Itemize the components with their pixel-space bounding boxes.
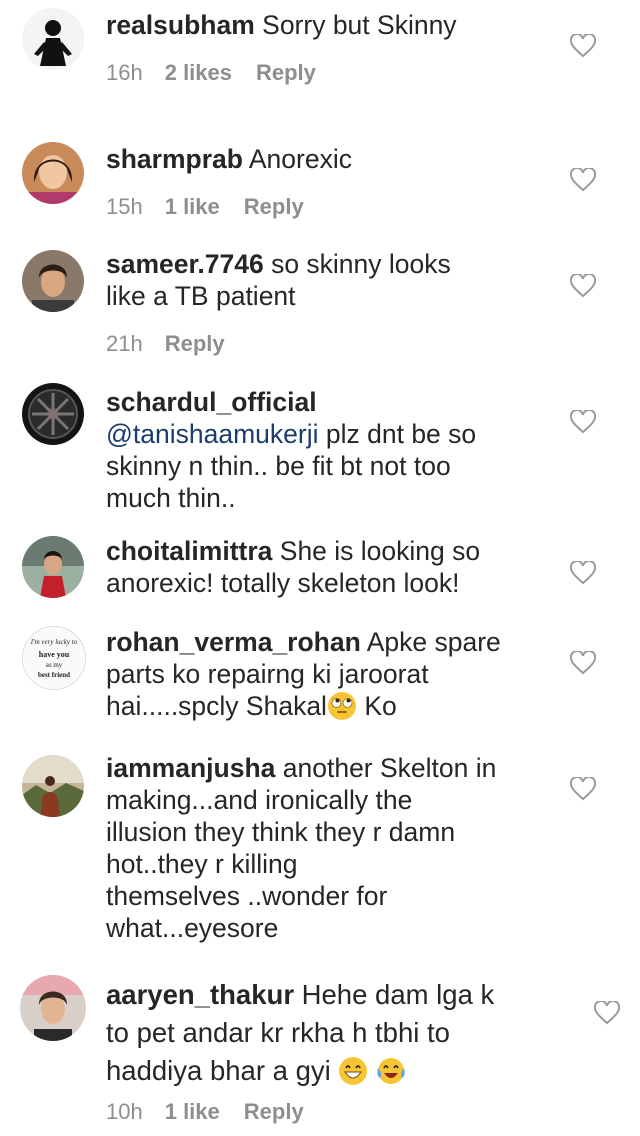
- comment-text: skinny n thin.. be fit bt not too: [106, 451, 451, 481]
- comment-text: Ko: [364, 691, 397, 721]
- reply-button[interactable]: Reply: [244, 1099, 304, 1124]
- reply-button[interactable]: Reply: [256, 60, 316, 85]
- avatar[interactable]: [22, 8, 84, 70]
- comment-text: parts ko repairng ki jaroorat: [106, 659, 429, 689]
- comment-text: like a TB patient: [106, 281, 296, 311]
- comment-text: making...and ironically the: [106, 785, 413, 815]
- avatar[interactable]: I'm very lucky to have you as my best fr…: [22, 626, 86, 690]
- mention-link[interactable]: @tanishaamukerji: [106, 419, 319, 449]
- heart-icon[interactable]: [570, 34, 596, 58]
- username[interactable]: rohan_verma_rohan: [106, 627, 361, 657]
- heart-icon[interactable]: [570, 410, 596, 434]
- username[interactable]: sharmprab: [106, 144, 243, 174]
- grinning-face-emoji-icon: [339, 1057, 368, 1085]
- comment-time: 21h: [106, 331, 143, 356]
- reply-button[interactable]: Reply: [165, 331, 225, 356]
- username[interactable]: schardul_official: [106, 386, 536, 418]
- comment-time: 15h: [106, 194, 143, 219]
- avatar[interactable]: [20, 975, 86, 1041]
- avatar-caption: have you: [39, 650, 70, 659]
- comment-text: haddiya bhar a gyi: [106, 1055, 331, 1086]
- likes-count[interactable]: 1 like: [165, 194, 220, 219]
- username[interactable]: aaryen_thakur: [106, 979, 294, 1010]
- comment-time: 16h: [106, 60, 143, 85]
- comment-text: Hehe dam lga k: [301, 979, 495, 1010]
- likes-count[interactable]: 1 like: [165, 1099, 220, 1124]
- comment-text: plz dnt be so: [325, 419, 477, 449]
- avatar[interactable]: [22, 755, 84, 817]
- comment-text: She is looking so: [279, 536, 481, 566]
- comment-text: another Skelton in: [282, 753, 497, 783]
- comment-text: themselves ..wonder for: [106, 881, 388, 911]
- comment-text: anorexic! totally skeleton look!: [106, 568, 460, 598]
- avatar-caption: as my: [46, 661, 63, 669]
- avatar-caption: I'm very lucky to: [30, 638, 78, 646]
- comment-text: hot..they r killing: [106, 849, 298, 879]
- comment-text: illusion they think they r damn: [106, 817, 456, 847]
- comment-text: Sorry but Skinny: [262, 10, 457, 40]
- avatar-caption: best friend: [38, 671, 70, 679]
- likes-count[interactable]: 2 likes: [165, 60, 232, 85]
- heart-icon[interactable]: [594, 1001, 620, 1025]
- comment-text: so skinny looks: [271, 249, 451, 279]
- username[interactable]: realsubham: [106, 10, 255, 40]
- comment-text: Apke spare: [366, 627, 501, 657]
- avatar[interactable]: [22, 383, 84, 445]
- comment-text: to pet andar kr rkha h tbhi to: [106, 1017, 450, 1048]
- avatar[interactable]: [22, 142, 84, 204]
- username[interactable]: choitalimittra: [106, 536, 272, 566]
- heart-icon[interactable]: [570, 168, 596, 192]
- reply-button[interactable]: Reply: [244, 194, 304, 219]
- rolling-eyes-emoji-icon: [327, 692, 356, 720]
- heart-icon[interactable]: [570, 651, 596, 675]
- comment-text: much thin..: [106, 483, 236, 513]
- comment-text: what...eyesore: [106, 913, 279, 943]
- username[interactable]: sameer.7746: [106, 249, 264, 279]
- comment-time: 10h: [106, 1099, 143, 1124]
- heart-icon[interactable]: [570, 274, 596, 298]
- comment-text: hai.....spcly Shakal: [106, 691, 327, 721]
- heart-icon[interactable]: [570, 561, 596, 585]
- comment-text: Anorexic: [248, 144, 352, 174]
- tears-of-joy-emoji-icon: [377, 1058, 405, 1084]
- username[interactable]: iammanjusha: [106, 753, 275, 783]
- avatar[interactable]: [22, 250, 84, 312]
- avatar[interactable]: [22, 536, 84, 598]
- heart-icon[interactable]: [570, 777, 596, 801]
